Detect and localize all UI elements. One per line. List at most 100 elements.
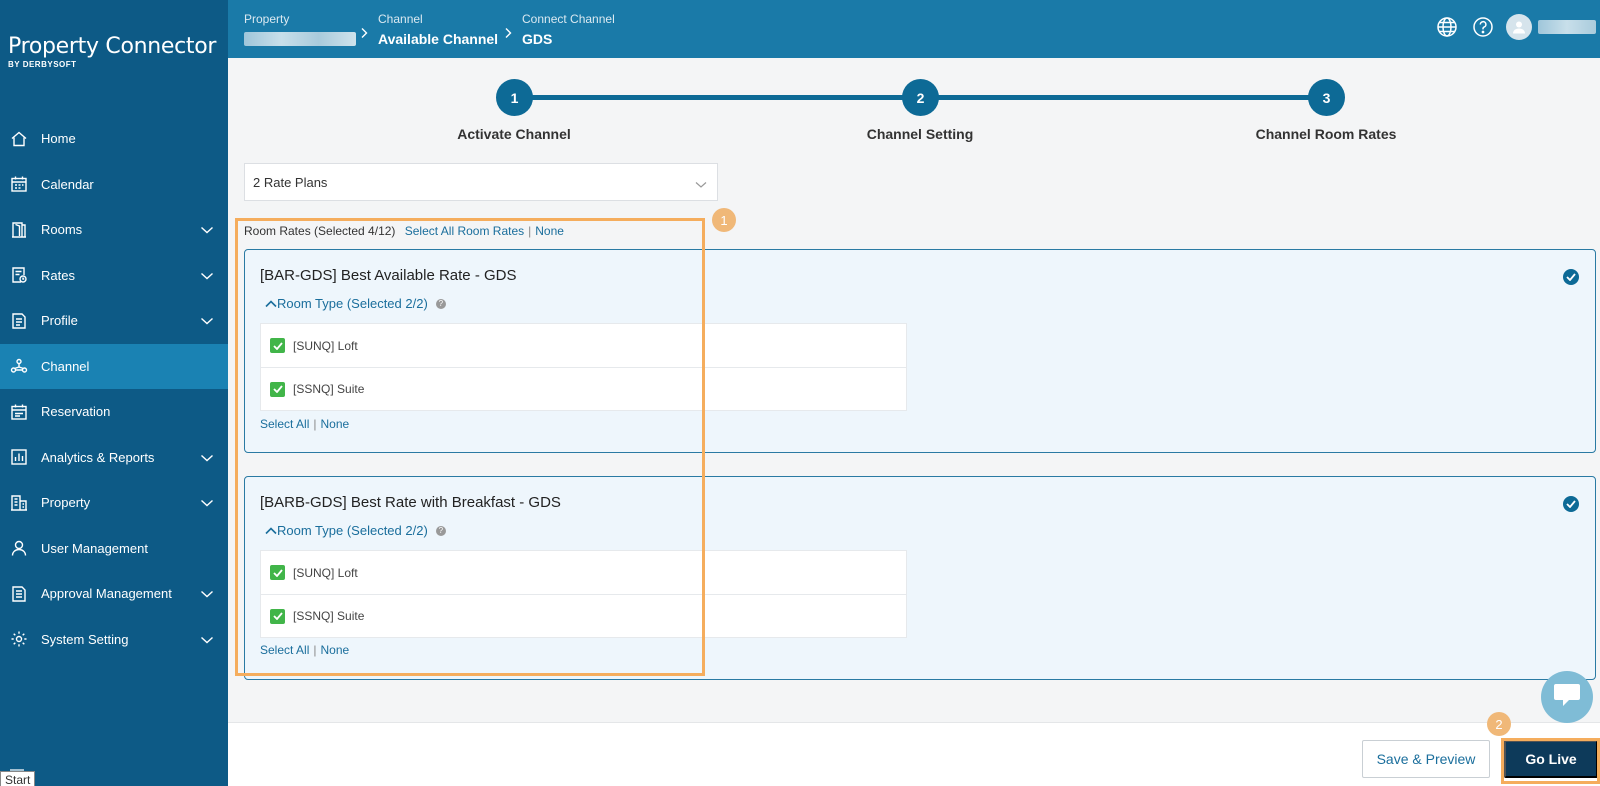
room-select-links: Select All | None — [260, 417, 349, 431]
chevron-down-icon — [200, 495, 214, 513]
sidebar-item-home[interactable]: Home — [0, 116, 228, 162]
step-3-circle: 3 — [1308, 79, 1345, 116]
avatar[interactable] — [1506, 14, 1532, 40]
breadcrumb-property[interactable]: Property — [244, 12, 356, 46]
sidebar-item-label: Approval Management — [41, 586, 172, 602]
step-3-label: Channel Room Rates — [1255, 126, 1397, 142]
chevron-down-icon — [695, 177, 707, 192]
room-list: [SUNQ] Loft [SSNQ] Suite — [260, 323, 907, 411]
room-checkbox[interactable] — [270, 565, 285, 580]
breadcrumb-label: Channel — [378, 12, 423, 26]
document-icon — [10, 312, 28, 330]
step-1-label: Activate Channel — [457, 126, 571, 142]
room-checkbox[interactable] — [270, 608, 285, 624]
sidebar-item-rooms[interactable]: Rooms — [0, 207, 228, 253]
globe-icon[interactable] — [1434, 14, 1460, 40]
header-actions — [1434, 14, 1600, 40]
sidebar-item-rates[interactable]: Rates — [0, 253, 228, 299]
room-rates-none-link[interactable]: None — [535, 224, 564, 238]
room-type-label: Room Type (Selected 2/2) — [277, 296, 428, 311]
rate-plan-selected-check[interactable] — [1563, 496, 1579, 512]
sidebar-item-label: User Management — [41, 540, 148, 556]
rate-plans-select-value: 2 Rate Plans — [253, 174, 328, 190]
go-live-button[interactable]: Go Live — [1504, 740, 1598, 778]
separator: | — [313, 417, 317, 431]
sidebar-item-profile[interactable]: Profile — [0, 298, 228, 344]
breadcrumb-label: Property — [244, 12, 290, 26]
rate-plan-title: [BARB-GDS] Best Rate with Breakfast - GD… — [260, 494, 561, 511]
room-rates-count: Room Rates (Selected 4/12) — [244, 224, 396, 238]
top-header: Property Channel Available Channel Conne… — [228, 0, 1600, 58]
select-none-rooms-link[interactable]: None — [320, 417, 349, 431]
select-all-rooms-link[interactable]: Select All — [260, 417, 309, 431]
sidebar-item-label: Analytics & Reports — [41, 449, 155, 465]
room-name: [SSNQ] Suite — [293, 382, 365, 396]
step-1-circle: 1 — [496, 79, 533, 116]
sidebar-item-system-setting[interactable]: System Setting — [0, 617, 228, 663]
room-checkbox[interactable] — [270, 381, 285, 397]
sidebar-item-label: Profile — [41, 313, 78, 329]
save-preview-button[interactable]: Save & Preview — [1362, 740, 1490, 778]
chat-bubble-icon — [1553, 682, 1581, 713]
help-icon[interactable] — [1470, 14, 1496, 40]
step-2-circle: 2 — [902, 79, 939, 116]
sidebar-item-label: Channel — [41, 358, 90, 374]
sidebar-item-label: Calendar — [41, 176, 94, 192]
room-rates-header: Room Rates (Selected 4/12) Select All Ro… — [244, 224, 564, 238]
rate-plans-select[interactable]: 2 Rate Plans — [244, 163, 718, 201]
logo-subtitle: BY DERBYSOFT — [8, 60, 77, 69]
chat-button[interactable] — [1541, 671, 1593, 723]
help-icon[interactable]: ? — [435, 298, 446, 309]
calendar-icon — [10, 175, 28, 193]
select-all-room-rates-link[interactable]: Select All Room Rates — [405, 224, 524, 238]
sidebar-item-reservation[interactable]: Reservation — [0, 389, 228, 435]
help-icon[interactable]: ? — [435, 525, 446, 536]
breadcrumb-connect-channel[interactable]: Connect Channel GDS — [522, 12, 615, 47]
annotation-badge-1: 1 — [712, 208, 736, 232]
rate-plan-selected-check[interactable] — [1563, 269, 1579, 285]
step-connector — [532, 95, 918, 100]
separator: | — [313, 643, 317, 657]
chevron-down-icon — [200, 586, 214, 604]
logo[interactable]: Property Connector BY DERBYSOFT — [8, 34, 216, 69]
redacted-property-name — [244, 32, 356, 46]
list-item: [SSNQ] Suite — [261, 594, 906, 637]
select-none-rooms-link[interactable]: None — [320, 643, 349, 657]
breadcrumb-label: Connect Channel — [522, 12, 615, 26]
user-icon — [10, 539, 28, 557]
room-type-toggle[interactable]: Room Type (Selected 2/2) ? — [265, 296, 446, 311]
sidebar-item-label: Rooms — [41, 222, 83, 238]
room-name: [SUNQ] Loft — [293, 338, 358, 353]
sidebar-item-channel[interactable]: Channel — [0, 343, 228, 389]
sidebar-item-analytics[interactable]: Analytics & Reports — [0, 435, 228, 481]
rate-plan-card: [BARB-GDS] Best Rate with Breakfast - GD… — [244, 476, 1596, 680]
room-list: [SUNQ] Loft [SSNQ] Suite — [260, 550, 907, 638]
list-item: [SUNQ] Loft — [261, 551, 906, 594]
approval-icon — [10, 585, 28, 603]
room-type-toggle[interactable]: Room Type (Selected 2/2) ? — [265, 523, 446, 538]
sidebar-item-label: Property — [41, 495, 91, 511]
step-2-label: Channel Setting — [866, 126, 974, 142]
sidebar-item-calendar[interactable]: Calendar — [0, 162, 228, 208]
room-name: [SUNQ] Loft — [293, 565, 358, 580]
sidebar-item-property[interactable]: Property — [0, 480, 228, 526]
room-type-label: Room Type (Selected 2/2) — [277, 523, 428, 538]
select-all-rooms-link[interactable]: Select All — [260, 643, 309, 657]
home-icon — [10, 130, 28, 148]
sidebar-item-approval-management[interactable]: Approval Management — [0, 571, 228, 617]
room-checkbox[interactable] — [270, 338, 285, 353]
reservation-icon — [10, 403, 28, 421]
chevron-down-icon — [200, 632, 214, 650]
logo-title: Property Connector — [8, 34, 217, 59]
breadcrumb-channel[interactable]: Channel Available Channel — [378, 12, 498, 47]
chevron-up-icon — [265, 296, 277, 311]
sidebar: Property Connector BY DERBYSOFT Home Cal… — [0, 0, 228, 786]
room-select-links: Select All | None — [260, 643, 349, 657]
start-tooltip: Start — [0, 771, 36, 786]
sidebar-nav: Home Calendar Rooms Rates Profile Channe… — [0, 116, 228, 662]
sidebar-item-user-management[interactable]: User Management — [0, 526, 228, 572]
list-item: [SUNQ] Loft — [261, 324, 906, 367]
sidebar-item-label: Home — [41, 131, 76, 147]
step-connector — [938, 95, 1324, 100]
chevron-down-icon — [200, 268, 214, 286]
